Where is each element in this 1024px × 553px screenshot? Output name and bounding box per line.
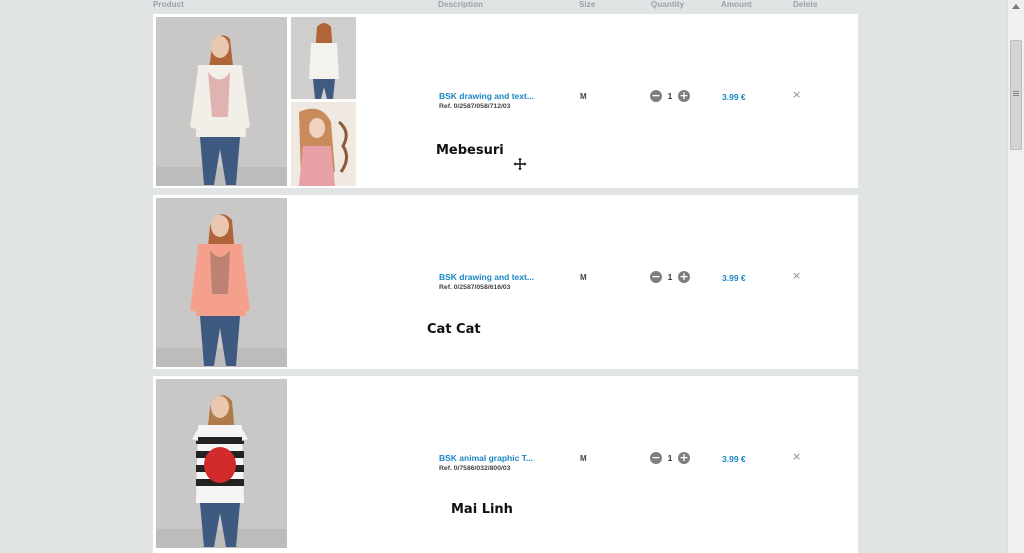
product-photo-back[interactable]: [291, 17, 356, 99]
delete-item-button[interactable]: ×: [792, 270, 801, 281]
quantity-decrease-button[interactable]: −: [650, 271, 662, 283]
quantity-increase-button[interactable]: +: [678, 271, 690, 283]
quantity-decrease-button[interactable]: −: [650, 452, 662, 464]
delete-item-button[interactable]: ×: [792, 451, 801, 462]
quantity-value: 1: [667, 453, 673, 463]
quantity-value: 1: [667, 272, 673, 282]
quantity-increase-button[interactable]: +: [678, 452, 690, 464]
product-name-link[interactable]: BSK drawing and text...: [439, 272, 534, 282]
overlay-label: Mebesuri: [436, 143, 504, 158]
item-amount: 3.99 €: [722, 273, 746, 283]
column-header-product: Product: [153, 0, 184, 9]
product-size: M: [580, 92, 587, 101]
product-size: M: [580, 454, 587, 463]
grip-line: [1013, 95, 1019, 96]
cart-item-row: BSK drawing and text... Ref. 0/2587/058/…: [153, 14, 858, 188]
product-ref: Ref. 0/2587/058/616/03: [439, 284, 511, 291]
product-name-link[interactable]: BSK animal graphic T...: [439, 453, 533, 463]
vertical-scrollbar[interactable]: [1007, 0, 1024, 553]
product-ref: Ref. 0/2587/058/712/03: [439, 103, 511, 110]
quantity-value: 1: [667, 91, 673, 101]
move-cursor-icon: [513, 157, 527, 171]
column-header-amount: Amount: [721, 0, 752, 9]
grip-line: [1013, 93, 1019, 94]
product-description: BSK animal graphic T... Ref. 0/7586/032/…: [439, 453, 533, 472]
quantity-decrease-button[interactable]: −: [650, 90, 662, 102]
overlay-label: Mai Linh: [451, 502, 513, 517]
scrollbar-thumb[interactable]: [1010, 40, 1022, 150]
product-photo-main[interactable]: [156, 198, 287, 367]
product-name-link[interactable]: BSK drawing and text...: [439, 91, 534, 101]
overlay-label: Cat Cat: [427, 322, 481, 337]
item-amount: 3.99 €: [722, 454, 746, 464]
cart-item-row: BSK animal graphic T... Ref. 0/7586/032/…: [153, 376, 858, 553]
column-header-description: Description: [438, 0, 484, 9]
column-header-size: Size: [579, 0, 596, 9]
product-photo-main[interactable]: [156, 379, 287, 548]
product-photo-detail[interactable]: [291, 102, 356, 186]
product-ref: Ref. 0/7586/032/800/03: [439, 465, 511, 472]
cart-table-header: Product Description Size Quantity Amount…: [0, 0, 1008, 11]
product-description: BSK drawing and text... Ref. 0/2587/058/…: [439, 91, 534, 110]
quantity-increase-button[interactable]: +: [678, 90, 690, 102]
quantity-stepper: − 1 +: [650, 271, 690, 283]
column-header-delete: Delete: [793, 0, 818, 9]
cart-item-row: BSK drawing and text... Ref. 0/2587/058/…: [153, 195, 858, 369]
quantity-stepper: − 1 +: [650, 452, 690, 464]
product-size: M: [580, 273, 587, 282]
product-photo-main[interactable]: [156, 17, 287, 186]
item-amount: 3.99 €: [722, 92, 746, 102]
column-header-quantity: Quantity: [651, 0, 685, 9]
quantity-stepper: − 1 +: [650, 90, 690, 102]
product-description: BSK drawing and text... Ref. 0/2587/058/…: [439, 272, 534, 291]
scroll-up-arrow-icon[interactable]: [1012, 4, 1020, 9]
grip-line: [1013, 91, 1019, 92]
delete-item-button[interactable]: ×: [792, 89, 801, 100]
